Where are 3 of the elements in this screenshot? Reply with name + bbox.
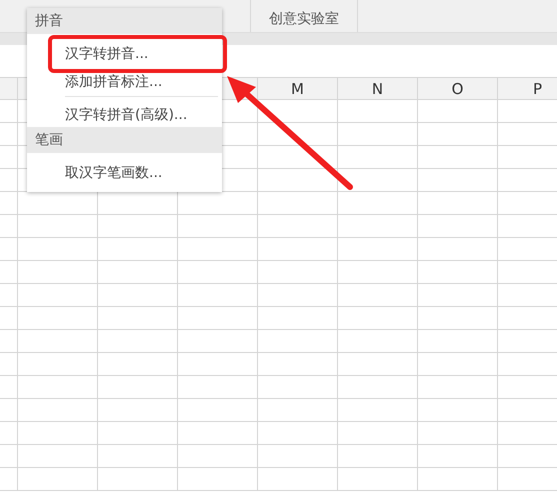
menu-section-header: 笔画 <box>27 127 222 153</box>
ribbon-group-label: 创意实验室 <box>269 10 339 28</box>
menu-section-header: 拼音 <box>27 8 222 34</box>
